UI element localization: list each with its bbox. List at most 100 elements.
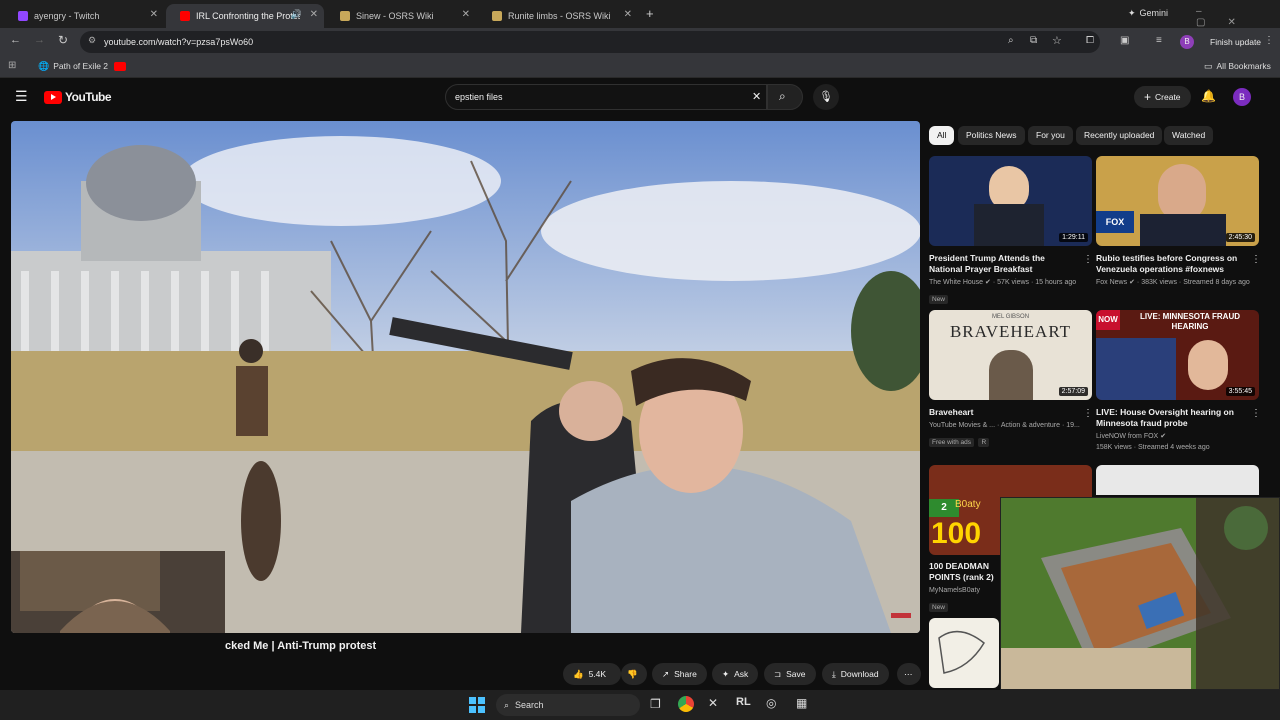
video-card-info[interactable]: 100 DEADMAN POINTS (rank 2) MyNamelsB0at… [929, 561, 1009, 614]
channel-name[interactable]: Fox News [1096, 279, 1127, 286]
verified-icon: ✔ [1160, 433, 1167, 440]
tab-twitch[interactable]: ayengry - Twitch ✕ [4, 4, 164, 28]
video-thumbnail[interactable]: 1:29:11 [929, 156, 1092, 246]
taskbar-search[interactable]: ⌕ Search [496, 694, 640, 716]
video-thumbnail[interactable] [1096, 465, 1259, 495]
profile-avatar[interactable]: B [1180, 35, 1194, 49]
ask-button[interactable]: ✦ Ask [712, 663, 759, 685]
gemini-label: Gemini [1139, 8, 1169, 18]
reload-icon[interactable]: ↻ [58, 33, 68, 47]
chip-recently-uploaded[interactable]: Recently uploaded [1076, 126, 1163, 145]
url-text: youtube.com/watch?v=pzsa7psWo60 [104, 37, 254, 47]
dislike-button[interactable]: 👎 [621, 663, 647, 685]
tab-youtube[interactable]: IRL Confronting the Protest 🔊 ✕ [166, 4, 324, 28]
thumbnail-figure [1140, 214, 1226, 246]
video-player[interactable] [11, 121, 920, 633]
clear-search-icon[interactable]: ✕ [752, 90, 761, 103]
channel-name[interactable]: YouTube Movies & ... [929, 422, 995, 429]
chrome-icon[interactable] [678, 696, 694, 712]
notifications-bell-icon[interactable]: 🔔 [1201, 89, 1216, 103]
video-card-info[interactable]: LIVE: House Oversight hearing on Minneso… [1096, 407, 1246, 453]
chip-politics-news[interactable]: Politics News [958, 126, 1025, 145]
tab-sinew-wiki[interactable]: Sinew - OSRS Wiki ✕ [326, 4, 476, 28]
hamburger-menu-icon[interactable]: ☰ [15, 88, 28, 105]
video-card-info[interactable]: President Trump Attends the National Pra… [929, 253, 1079, 306]
youtube-bookmark-icon[interactable] [114, 62, 126, 71]
task-view-icon[interactable]: ❐ [650, 697, 661, 711]
globe-icon: 🌐 [38, 61, 50, 71]
apps-grid-icon[interactable]: ⊞ [8, 60, 16, 71]
all-bookmarks-button[interactable]: ▭ All Bookmarks [1204, 61, 1271, 72]
zoom-icon[interactable]: ⌕ [1008, 35, 1014, 46]
youtube-logo[interactable]: YouTube [44, 90, 112, 104]
voice-search-icon[interactable]: 🎙 [813, 84, 839, 110]
video-thumbnail[interactable]: FOX 2:45:30 [1096, 156, 1259, 246]
tab-runite-wiki[interactable]: Runite limbs - OSRS Wiki ✕ [478, 4, 638, 28]
close-tab-icon[interactable]: ✕ [624, 9, 632, 20]
like-count: 5.4K [588, 669, 607, 679]
more-actions-button[interactable]: ⋯ [897, 663, 921, 685]
more-options-icon[interactable]: ⋮ [1083, 408, 1093, 419]
bookmark-star-icon[interactable]: ☆ [1052, 34, 1062, 47]
create-button[interactable]: + Create [1134, 86, 1191, 108]
discord-icon[interactable]: ◎ [766, 696, 776, 710]
wiki-icon [340, 11, 350, 21]
channel-name[interactable]: The White House [929, 279, 983, 286]
runelite-icon[interactable]: RL [736, 696, 751, 708]
video-thumbnail[interactable]: NOW LIVE: MINNESOTA FRAUD HEARING 3:55:4… [1096, 310, 1259, 400]
windows-start-icon[interactable] [469, 697, 485, 713]
finish-update-button[interactable]: Finish update [1202, 33, 1269, 51]
like-button[interactable]: 👍 5.4K [563, 663, 621, 685]
user-avatar[interactable]: B [1233, 88, 1251, 106]
app-icon[interactable]: ✕ [708, 696, 718, 710]
save-button[interactable]: ⊐ Save [764, 663, 816, 685]
calculator-icon[interactable]: ▦ [796, 696, 807, 710]
video-card-info[interactable]: Rubio testifies before Congress on Venez… [1096, 253, 1250, 288]
gemini-button[interactable]: ✦ Gemini [1128, 8, 1168, 19]
chip-all[interactable]: All [929, 126, 955, 145]
channel-name[interactable]: MyNamelsB0aty [929, 587, 980, 594]
video-title: cked Me | Anti-Trump protest [225, 640, 377, 652]
video-card-info[interactable]: Braveheart YouTube Movies & ... · Action… [929, 407, 1080, 449]
window-controls[interactable]: –▢✕ [1196, 6, 1280, 28]
download-button[interactable]: ⤓ Download [822, 663, 889, 685]
site-info-icon[interactable]: ⚙ [88, 35, 96, 46]
save-label: Save [786, 669, 806, 679]
thumbnail-title-text: BRAVEHEART [949, 322, 1072, 341]
extensions-icon[interactable]: ⧠ [1086, 35, 1094, 46]
chip-for-you[interactable]: For you [1028, 126, 1073, 145]
search-icon: ⌕ [504, 699, 510, 710]
speaker-icon[interactable]: 🔊 [291, 9, 302, 20]
tab-title: ayengry - Twitch [34, 11, 100, 21]
search-input[interactable]: epstien files ✕ [445, 84, 767, 110]
more-options-icon[interactable]: ⋮ [1083, 254, 1093, 265]
new-tab-icon[interactable]: + [646, 6, 654, 21]
video-thumbnail[interactable] [929, 618, 999, 688]
sketch-thumbnail [938, 630, 985, 674]
thumbnail-title-text: 100 [931, 517, 982, 550]
ask-label: Ask [734, 669, 749, 679]
install-icon[interactable]: ⧉ [1030, 35, 1037, 46]
chip-watched[interactable]: Watched [1164, 126, 1214, 145]
media-control-icon[interactable]: ≡ [1156, 35, 1162, 46]
address-bar[interactable]: ⚙ youtube.com/watch?v=pzsa7psWo60 ⌕ ⧉ ☆ [80, 31, 1100, 53]
close-tab-icon[interactable]: ✕ [462, 9, 470, 20]
back-icon[interactable]: ← [10, 34, 21, 46]
close-tab-icon[interactable]: ✕ [150, 9, 158, 20]
video-duration: 3:55:45 [1225, 387, 1255, 396]
split-view-icon[interactable]: ▣ [1120, 35, 1129, 46]
new-badge: New [929, 295, 949, 304]
forward-icon[interactable]: → [34, 34, 45, 46]
share-button[interactable]: ↗ Share [652, 663, 707, 685]
video-meta: 57K views · 15 hours ago [997, 279, 1077, 286]
close-tab-icon[interactable]: ✕ [310, 9, 318, 20]
search-button[interactable]: ⌕ [767, 84, 803, 110]
thumbnail-figure [974, 204, 1044, 246]
more-options-icon[interactable]: ⋮ [1251, 254, 1261, 265]
new-badge: New [929, 603, 949, 612]
bookmark-item[interactable]: 🌐 Path of Exile 2 [38, 61, 108, 72]
channel-name[interactable]: LiveNOW from FOX [1096, 433, 1158, 440]
more-options-icon[interactable]: ⋮ [1251, 408, 1261, 419]
video-thumbnail[interactable]: MEL GIBSON BRAVEHEART 2:57:09 [929, 310, 1092, 400]
browser-menu-icon[interactable]: ⋮ [1264, 35, 1274, 46]
